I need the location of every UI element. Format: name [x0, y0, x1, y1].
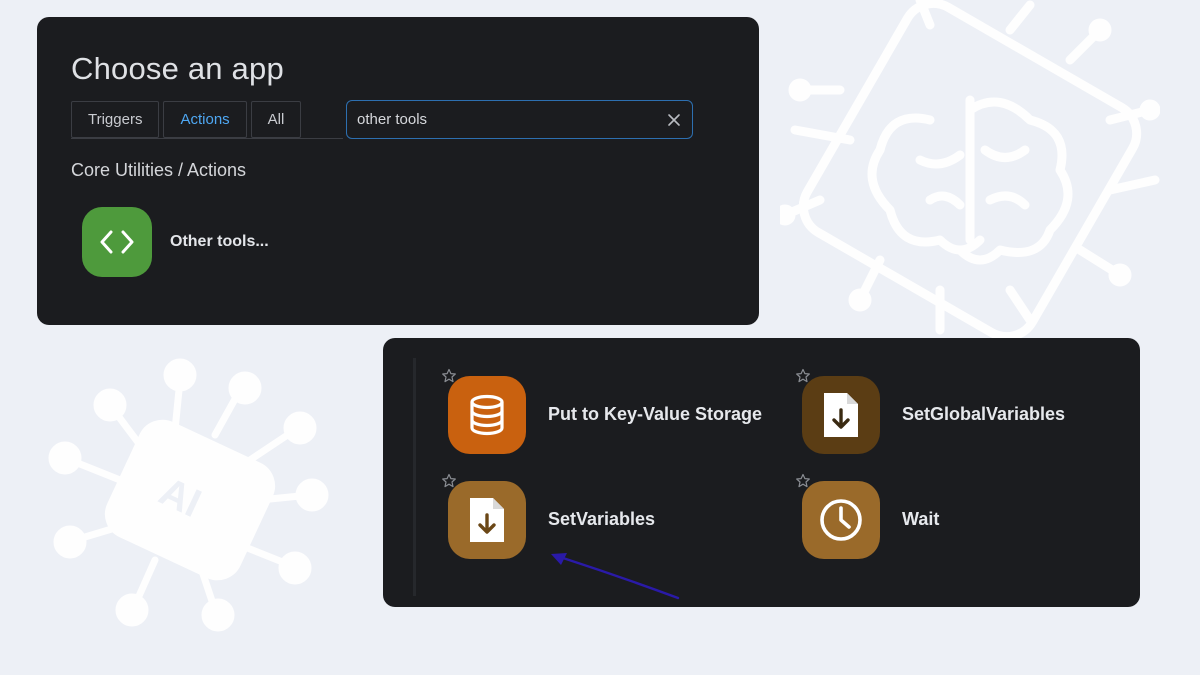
tab-all[interactable]: All [250, 101, 302, 138]
tool-label: SetGlobalVariables [902, 404, 1066, 424]
tool-grid-panel: Put to Key-Value Storage SetGlobalVariab… [383, 338, 1140, 607]
tab-triggers[interactable]: Triggers [71, 101, 160, 138]
clock-icon [802, 481, 880, 559]
tool-label: Wait [902, 509, 940, 529]
result-label: Other tools... [170, 233, 269, 250]
tool-put-key-value-storage[interactable]: Put to Key-Value Storage [441, 368, 781, 468]
panel-divider [413, 358, 416, 596]
search-input[interactable] [347, 101, 656, 138]
section-heading: Core Utilities / Actions [71, 160, 247, 180]
database-icon [448, 376, 526, 454]
close-icon[interactable] [656, 101, 692, 138]
search-field[interactable] [346, 100, 693, 139]
tool-label: Put to Key-Value Storage [548, 404, 763, 424]
tool-label: SetVariables [548, 509, 656, 529]
tool-set-global-variables[interactable]: SetGlobalVariables [795, 368, 1135, 468]
tab-bar: Triggers Actions All [71, 101, 302, 138]
code-brackets-icon [82, 207, 152, 277]
tool-wait[interactable]: Wait [795, 473, 1135, 573]
tab-divider [71, 138, 343, 139]
ai-chip-decoration: AI [48, 358, 329, 632]
picker-title: Choose an app [71, 51, 284, 86]
file-download-icon [802, 376, 880, 454]
result-other-tools[interactable]: Other tools... [82, 207, 269, 277]
app-picker-panel: Choose an app Triggers Actions All Core … [37, 17, 759, 325]
brain-chip-decoration [780, 0, 1160, 340]
tab-actions[interactable]: Actions [163, 101, 247, 138]
annotation-arrow [551, 553, 680, 600]
file-download-icon [448, 481, 526, 559]
